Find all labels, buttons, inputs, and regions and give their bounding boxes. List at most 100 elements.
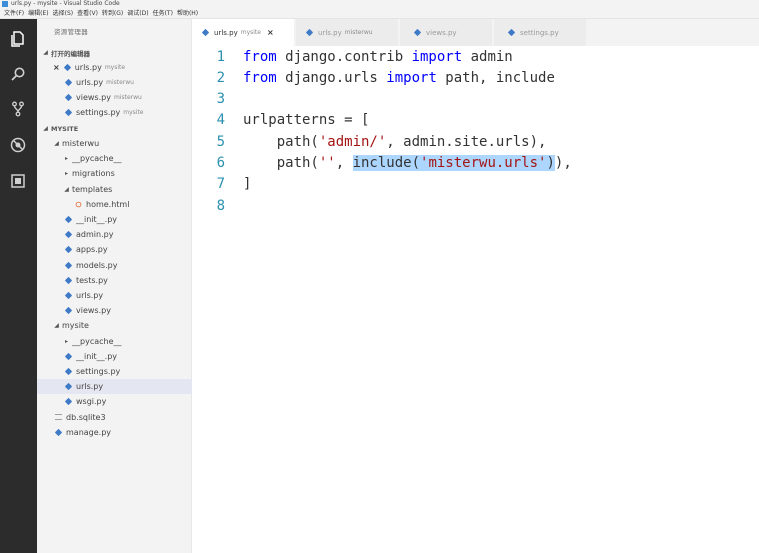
chevron-down-icon: ◢ [54,140,59,147]
code-token: ] [243,176,252,193]
tree-item[interactable]: apps.py [37,242,192,257]
tree-item-label: apps.py [76,245,108,255]
menu-file[interactable]: 文件(F) [4,8,24,19]
menu-selection[interactable]: 选择(S) [53,8,74,19]
tree-item[interactable]: urls.py [37,379,192,395]
python-file-icon [64,261,73,269]
code-line: 5 path('admin/', admin.site.urls), [192,131,547,152]
code-token: path, include [436,69,555,86]
source-control-icon[interactable] [8,99,28,119]
html-file-icon [75,201,82,208]
tab-bar: urls.py mysite × urls.py misterwu views.… [192,19,759,46]
code-text: from django.urls import path, include [238,70,555,86]
tree-item-label: models.py [76,260,118,270]
search-icon[interactable] [8,64,28,84]
code-token: django.contrib [276,48,412,65]
tree-item-label: urls.py [76,291,104,300]
close-icon[interactable]: × [53,63,60,72]
python-file-icon [64,93,73,102]
open-editor-item[interactable]: urls.py misterwu [37,75,192,90]
chevron-down-icon: ◢ [54,322,59,330]
tree-item-label: db.sqlite3 [66,412,106,422]
tree-item-label: urls.py [76,382,104,392]
code-token: , [335,155,353,171]
tree-item[interactable]: tests.py [37,273,192,288]
tab-views[interactable]: views.py [400,19,493,46]
code-keyword: from [243,69,277,86]
tree-item[interactable]: ◢ templates [37,182,192,197]
tree-item[interactable]: __init__.py [37,212,192,227]
tree-item[interactable]: admin.py [37,227,192,242]
menu-view[interactable]: 查看(V) [77,8,98,19]
tree-item[interactable]: ◢ misterwu [37,136,192,151]
code-token: ) [546,155,555,171]
tree-item-label: manage.py [66,427,112,437]
python-file-icon [64,276,73,285]
python-file-icon [64,306,73,315]
tree-item[interactable]: __init__.py [37,349,192,364]
open-editor-item[interactable]: views.py misterwu [37,90,192,105]
tree-item[interactable]: manage.py [37,425,192,440]
project-header[interactable]: ◢ MYSITE [37,121,192,136]
tab-urls-misterwu[interactable]: urls.py misterwu [296,19,399,46]
menu-debug[interactable]: 调试(D) [127,8,148,19]
files-icon[interactable] [8,29,28,49]
line-number: 8 [216,197,225,214]
tab-desc: misterwu [344,29,373,36]
python-file-icon [64,230,73,239]
database-file-icon [55,414,62,421]
tree-item[interactable]: ▸ migrations [37,166,192,181]
chevron-down-icon: ◢ [64,185,69,193]
line-number: 6 [216,155,225,171]
code-text: urlpatterns = [ [238,112,369,128]
open-editor-desc: mysite [104,64,126,71]
open-editor-item[interactable]: settings.py mysite [37,105,192,120]
python-file-icon [64,382,73,391]
tree-item-label: migrations [72,169,115,179]
tree-item-label: admin.py [76,230,114,240]
tree-item[interactable]: ▸ __pycache__ [37,151,192,166]
close-icon[interactable]: × [267,28,274,37]
project-label: MYSITE [51,124,79,133]
code-text: path('', include('misterwu.urls')), [238,155,572,171]
explorer-title: 资源管理器 [54,28,88,36]
tree-item-label: views.py [76,306,111,316]
chevron-right-icon: ▸ [64,337,68,345]
tree-item[interactable]: home.html [37,197,192,212]
open-editor-item[interactable]: × urls.py mysite [37,60,192,75]
menu-tasks[interactable]: 任务(T) [153,8,173,19]
tab-settings[interactable]: settings.py [494,19,587,46]
tree-item-label: misterwu [62,139,100,148]
code-string: 'admin/' [318,133,387,150]
open-editor-desc: misterwu [106,79,134,86]
code-token: ), [554,155,572,171]
chevron-down-icon: ◢ [43,49,48,56]
python-file-icon [64,352,73,361]
menu-edit[interactable]: 编辑(E) [28,8,48,19]
python-file-icon [64,398,73,406]
tab-label: settings.py [520,28,559,37]
tree-item[interactable]: settings.py [37,364,192,379]
tree-item[interactable]: ▸ __pycache__ [37,334,192,349]
tree-item[interactable]: db.sqlite3 [37,410,192,425]
tab-label: views.py [426,28,457,37]
open-editor-name: settings.py [76,108,121,117]
tree-item-label: tests.py [76,275,108,285]
tree-item[interactable]: urls.py [37,288,192,303]
menu-go[interactable]: 转到(G) [102,8,123,19]
open-editors-header[interactable]: ◢ 打开的编辑器 [37,45,192,60]
code-token: urlpatterns = [ [243,112,370,129]
extensions-icon[interactable] [8,171,28,191]
python-file-icon [64,291,73,300]
chevron-right-icon: ▸ [64,170,68,178]
tree-item[interactable]: wsgi.py [37,394,192,409]
tab-urls-mysite[interactable]: urls.py mysite × [192,19,295,46]
open-editor-desc: misterwu [113,94,142,101]
open-editor-name: views.py [76,93,111,102]
tree-item[interactable]: views.py [37,303,192,318]
tree-item[interactable]: ◢ mysite [37,318,192,333]
menu-help[interactable]: 帮助(H) [177,8,198,19]
code-editor[interactable]: 1 from django.contrib import admin 2 from d… [192,46,759,553]
debug-icon[interactable] [8,135,28,155]
tree-item[interactable]: models.py [37,258,192,273]
